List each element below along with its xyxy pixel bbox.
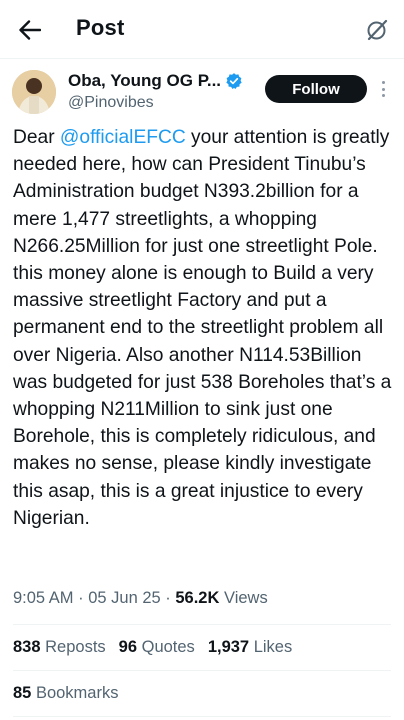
grok-icon bbox=[367, 19, 388, 41]
post-text: Dear @officialEFCC your attention is gre… bbox=[13, 124, 399, 532]
quotes-count: 96 bbox=[118, 638, 138, 656]
more-vertical-icon[interactable] bbox=[376, 79, 390, 99]
post-meta: 9:05 AM · 05 Jun 25 · 56.2K Views bbox=[13, 589, 268, 608]
bookmarks-divider bbox=[13, 716, 391, 717]
more-dot bbox=[381, 94, 385, 97]
author-handle[interactable]: @Pinovibes bbox=[68, 94, 154, 112]
post-text-prefix: Dear bbox=[13, 127, 60, 148]
page-title: Post bbox=[76, 15, 125, 40]
bookmarks-count: 85 bbox=[13, 684, 32, 702]
mention-link[interactable]: @officialEFCC bbox=[60, 127, 186, 148]
quotes-stat[interactable]: 96 Quotes bbox=[119, 638, 195, 657]
avatar-image bbox=[12, 70, 56, 114]
more-dot bbox=[381, 87, 385, 91]
meta-separator: · bbox=[73, 589, 89, 607]
more-dot bbox=[381, 81, 385, 84]
meta-separator: · bbox=[160, 589, 176, 607]
likes-count: 1,937 bbox=[207, 638, 250, 656]
bookmarks-label: Bookmarks bbox=[35, 684, 119, 702]
views-label: Views bbox=[224, 589, 268, 607]
quotes-label: Quotes bbox=[141, 638, 195, 656]
reposts-count: 838 bbox=[13, 638, 41, 656]
follow-button[interactable]: Follow bbox=[265, 75, 367, 103]
back-button[interactable] bbox=[14, 14, 46, 46]
views-count: 56.2K bbox=[175, 589, 220, 607]
grok-button[interactable] bbox=[362, 15, 392, 45]
bookmarks-stat[interactable]: 85 Bookmarks bbox=[13, 684, 118, 703]
stats-divider bbox=[13, 670, 391, 671]
reposts-label: Reposts bbox=[45, 638, 106, 656]
reposts-stat[interactable]: 838 Reposts bbox=[13, 638, 106, 657]
engagement-stats: 838 Reposts 96 Quotes 1,937 Likes bbox=[13, 638, 305, 657]
arrow-left-icon bbox=[19, 20, 41, 40]
post-text-body: your attention is greatly needed here, h… bbox=[13, 127, 392, 529]
author-display-name[interactable]: Oba, Young OG P... bbox=[68, 71, 221, 91]
author-name-row[interactable]: Oba, Young OG P... bbox=[68, 71, 243, 91]
meta-divider bbox=[13, 624, 391, 625]
verified-badge-icon bbox=[225, 72, 243, 90]
author-avatar[interactable] bbox=[12, 70, 56, 114]
likes-stat[interactable]: 1,937 Likes bbox=[208, 638, 292, 657]
header-divider bbox=[0, 58, 404, 59]
top-bar: Post bbox=[0, 0, 404, 58]
post-date[interactable]: 05 Jun 25 bbox=[88, 589, 160, 607]
post-time[interactable]: 9:05 AM bbox=[13, 589, 74, 607]
likes-label: Likes bbox=[253, 638, 293, 656]
